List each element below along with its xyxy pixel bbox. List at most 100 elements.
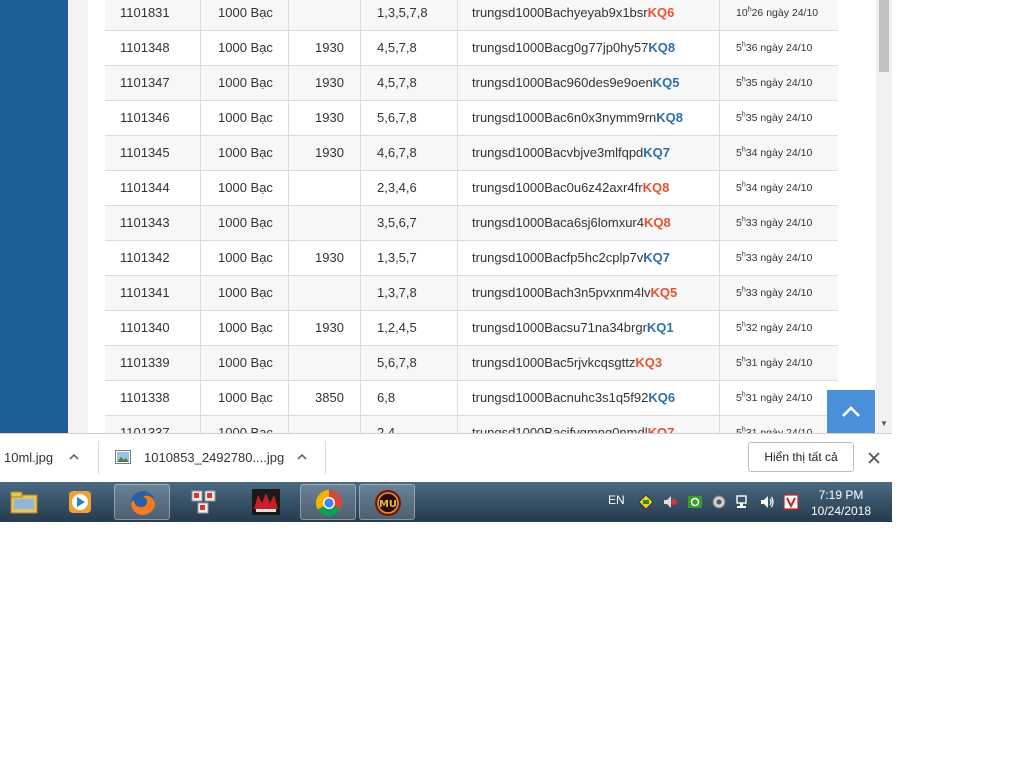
language-indicator[interactable]: EN <box>608 493 625 507</box>
download-item-2[interactable]: 1010853_2492780....jpg <box>144 434 284 482</box>
row-positions: 4,5,7,8 <box>361 66 458 100</box>
row-result-badge: KQ8 <box>648 40 676 55</box>
row-code: trungsd1000Bacnuhc3s1q5f92 <box>472 390 649 405</box>
row-time-rest: 34 ngày 24/10 <box>745 147 813 159</box>
nvidia-tray-icon[interactable] <box>687 494 703 510</box>
row-positions: 2,4 <box>361 416 458 433</box>
row-code: trungsd1000Bacvbjve3mlfqpd <box>472 145 644 160</box>
row-time-rest: 26 ngày 24/10 <box>751 7 819 19</box>
chat-tray-icon[interactable] <box>638 494 654 510</box>
row-code: trungsd1000Bacsu71na34brgr <box>472 320 647 335</box>
image-file-icon <box>115 450 131 464</box>
table-row: 1101347 1000 Bạc 1930 4,5,7,8 trungsd1000Bac… <box>105 66 838 101</box>
windows-taskbar: MU EN 7:19 PM 10/24/2018 <box>0 482 892 522</box>
row-amount: 1000 Bạc <box>201 136 289 170</box>
row-code: trungsd1000Bachyeyab9x1bsr <box>472 5 648 20</box>
row-code-cell: trungsd1000Baca6sj6lomxur4KQ8 <box>458 206 720 240</box>
taskbar-firefox[interactable] <box>114 484 170 520</box>
table-row: 1101339 1000 Bạc 5,6,7,8 trungsd1000Bac5rjv… <box>105 346 838 381</box>
row-code: trungsd1000Bac6n0x3nymm9rn <box>472 110 657 125</box>
row-amount: 1000 Bạc <box>201 66 289 100</box>
taskbar-explorer[interactable] <box>0 484 52 520</box>
row-number <box>289 416 361 433</box>
row-code: trungsd1000Bac960des9e9oen <box>472 75 653 90</box>
clock-time: 7:19 PM <box>818 488 864 502</box>
explorer-icon <box>10 491 38 514</box>
row-id: 1101348 <box>105 31 201 65</box>
volume-icon[interactable] <box>759 494 775 510</box>
row-amount: 1000 Bạc <box>201 346 289 380</box>
table-row: 1101338 1000 Bạc 3850 6,8 trungsd1000Bacnuhc… <box>105 381 838 416</box>
transaction-table: 1101831 1000 Bạc 1,3,5,7,8 trungsd1000Bachy… <box>105 0 838 433</box>
network-tray-icon[interactable] <box>735 494 751 510</box>
chevron-up-icon[interactable] <box>295 450 309 464</box>
row-number <box>289 346 361 380</box>
antivirus-tray-icon[interactable] <box>783 494 799 510</box>
chevron-up-icon[interactable] <box>67 450 81 464</box>
close-icon[interactable] <box>866 450 882 466</box>
row-result-badge: KQ8 <box>656 110 684 125</box>
row-time: 5h34 ngày 24/10 <box>720 171 838 205</box>
row-time-rest: 35 ngày 24/10 <box>745 112 813 124</box>
row-positions: 1,3,5,7 <box>361 241 458 275</box>
firefox-icon <box>131 491 155 515</box>
row-code-cell: trungsd1000Bacsu71na34brgrKQ1 <box>458 311 720 345</box>
row-amount: 1000 Bạc <box>201 241 289 275</box>
row-positions: 5,6,7,8 <box>361 346 458 380</box>
settings-tray-icon[interactable] <box>711 494 727 510</box>
row-number: 3850 <box>289 381 361 415</box>
row-number: 1930 <box>289 311 361 345</box>
row-result-badge: KQ6 <box>647 5 675 20</box>
taskbar-chrome[interactable] <box>300 484 356 520</box>
row-number: 1930 <box>289 66 361 100</box>
row-amount: 1000 Bạc <box>201 0 289 30</box>
row-result-badge: KQ7 <box>643 145 671 160</box>
row-positions: 4,6,7,8 <box>361 136 458 170</box>
back-to-top-button[interactable] <box>827 390 875 433</box>
taskbar-unikey[interactable] <box>176 484 232 520</box>
row-time-rest: 33 ngày 24/10 <box>745 252 813 264</box>
row-result-badge: KQ8 <box>644 215 671 230</box>
row-id: 1101341 <box>105 276 201 310</box>
row-number <box>289 206 361 240</box>
row-amount: 1000 Bạc <box>201 276 289 310</box>
taskbar-media-player[interactable] <box>52 484 108 520</box>
taskbar-mu-launcher[interactable]: MU <box>359 484 415 520</box>
taskbar-clock[interactable]: 7:19 PM 10/24/2018 <box>808 487 874 519</box>
row-id: 1101346 <box>105 101 201 135</box>
row-amount: 1000 Bạc <box>201 311 289 345</box>
scroll-down-arrow-icon[interactable]: ▼ <box>879 419 889 429</box>
row-time: 5h32 ngày 24/10 <box>720 311 838 345</box>
row-number: 1930 <box>289 136 361 170</box>
row-result-badge: KQ6 <box>648 390 676 405</box>
row-result-badge: KQ3 <box>635 355 663 370</box>
row-number <box>289 276 361 310</box>
show-all-downloads-button[interactable]: Hiển thị tất cả <box>748 442 854 472</box>
row-time: 5h31 ngày 24/10 <box>720 381 838 415</box>
row-amount: 1000 Bạc <box>201 416 289 433</box>
row-number <box>289 171 361 205</box>
row-time: 5h35 ngày 24/10 <box>720 66 838 100</box>
table-row: 1101345 1000 Bạc 1930 4,6,7,8 trungsd1000Bac… <box>105 136 838 171</box>
page-scrollbar[interactable]: ▼ <box>876 0 892 433</box>
row-result-badge: KQ5 <box>652 75 680 90</box>
row-code: trungsd1000Bacg0g77jp0hy57 <box>472 40 649 55</box>
download-separator <box>98 442 99 474</box>
download-item-2-name: 1010853_2492780....jpg <box>144 450 285 465</box>
row-code-cell: trungsd1000Bac6n0x3nymm9rnKQ8 <box>458 101 720 135</box>
row-code-cell: trungsd1000Bacifygmng0nmdlKQ7 <box>458 416 720 433</box>
taskbar-mu-game[interactable] <box>238 484 294 520</box>
page-left-sidebar <box>0 0 68 433</box>
scrollbar-thumb[interactable] <box>879 0 889 72</box>
row-id: 1101831 <box>105 0 201 30</box>
row-code-cell: trungsd1000Bachyeyab9x1bsrKQ6 <box>458 0 720 30</box>
sound-muted-tray-icon[interactable] <box>662 494 678 510</box>
row-time-rest: 32 ngày 24/10 <box>745 322 813 334</box>
row-time: 10h26 ngày 24/10 <box>720 0 838 30</box>
row-code-cell: trungsd1000Bach3n5pvxnm4lvKQ5 <box>458 276 720 310</box>
table-row: 1101346 1000 Bạc 1930 5,6,7,8 trungsd1000Bac… <box>105 101 838 136</box>
row-positions: 6,8 <box>361 381 458 415</box>
row-time-rest: 35 ngày 24/10 <box>745 77 813 89</box>
download-item-1[interactable]: 10ml.jpg <box>4 434 53 482</box>
row-result-badge: KQ5 <box>650 285 678 300</box>
